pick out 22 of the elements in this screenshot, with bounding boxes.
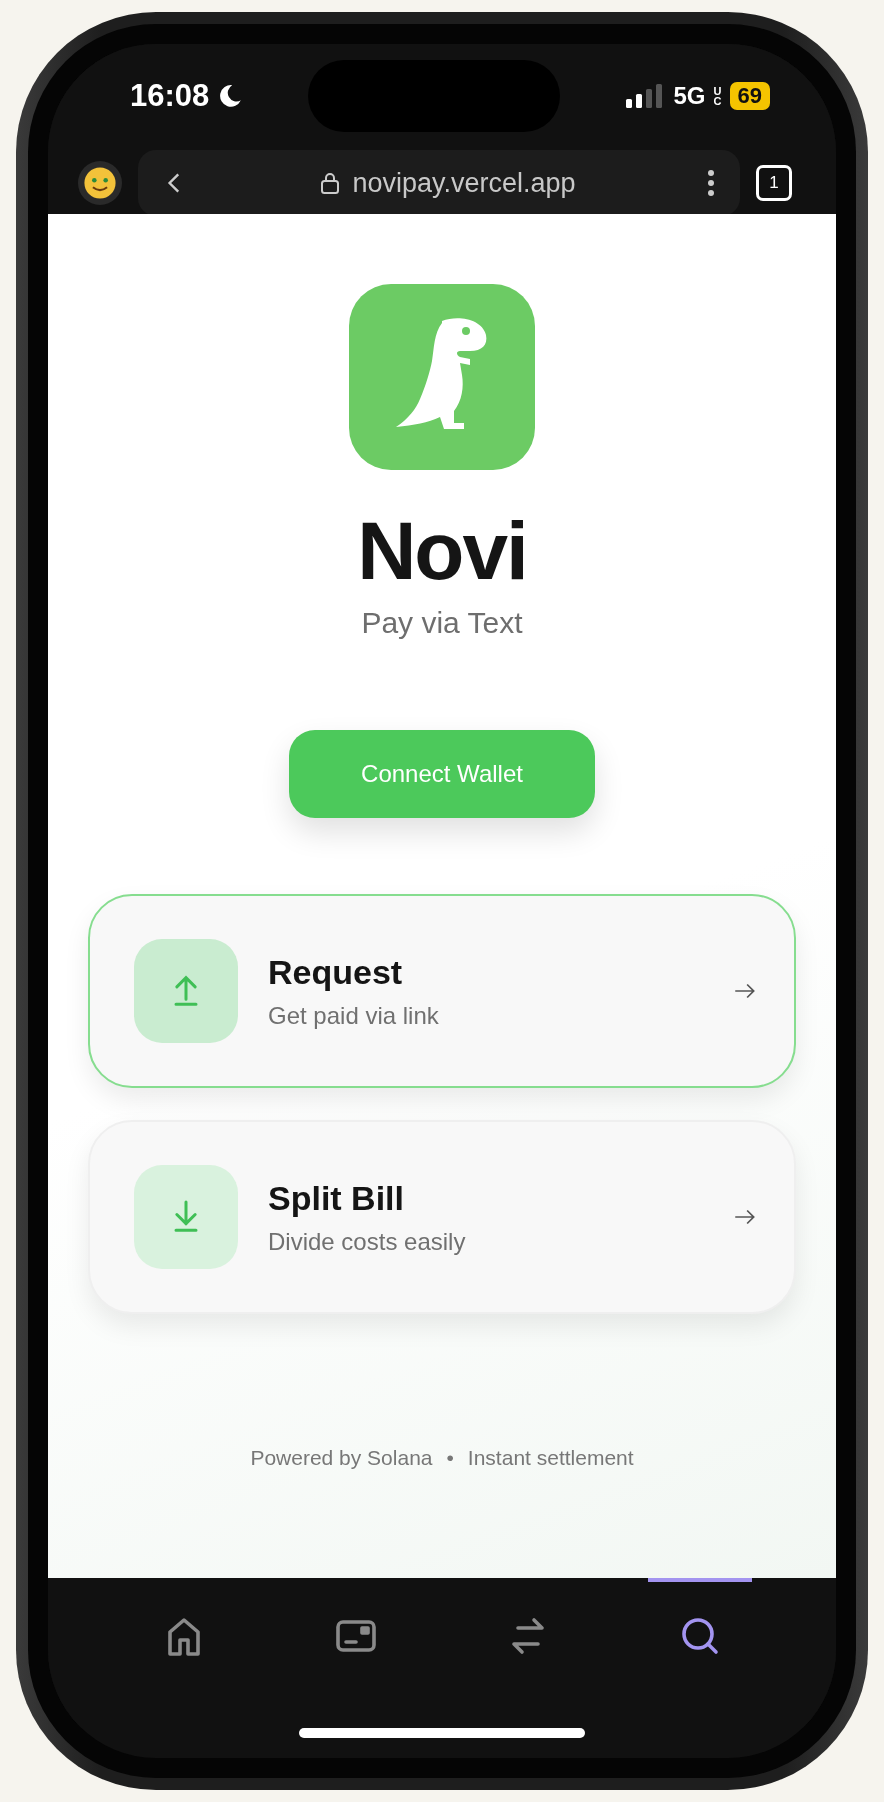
network-label: 5G bbox=[673, 82, 706, 110]
moon-icon bbox=[217, 83, 244, 109]
profile-avatar[interactable] bbox=[78, 161, 122, 205]
address-bar[interactable]: novipay.vercel.app bbox=[138, 150, 740, 216]
footer-text: Powered by Solana bbox=[250, 1446, 433, 1470]
network-suffix: UC bbox=[713, 86, 722, 106]
app-title: Novi bbox=[357, 504, 527, 598]
clock-time: 16:08 bbox=[130, 78, 210, 114]
smiley-icon bbox=[83, 166, 117, 200]
action-card[interactable]: Split Bill Divide costs easily bbox=[88, 1120, 796, 1314]
battery-level: 69 bbox=[729, 82, 770, 110]
tab-count[interactable]: 1 bbox=[756, 165, 792, 201]
card-subtitle: Get paid via link bbox=[268, 1001, 440, 1030]
card-subtitle: Divide costs easily bbox=[268, 1227, 467, 1256]
footer-text: Instant settlement bbox=[467, 1446, 634, 1470]
more-icon[interactable] bbox=[706, 168, 716, 198]
footer-text: • bbox=[446, 1446, 454, 1470]
card-title: Request bbox=[268, 952, 404, 992]
url-text[interactable]: novipay.vercel.app bbox=[352, 167, 576, 199]
action-card[interactable]: Request Get paid via link bbox=[88, 894, 796, 1088]
app-tagline: Pay via Text bbox=[361, 606, 523, 640]
card-title: Split Bill bbox=[268, 1178, 405, 1218]
